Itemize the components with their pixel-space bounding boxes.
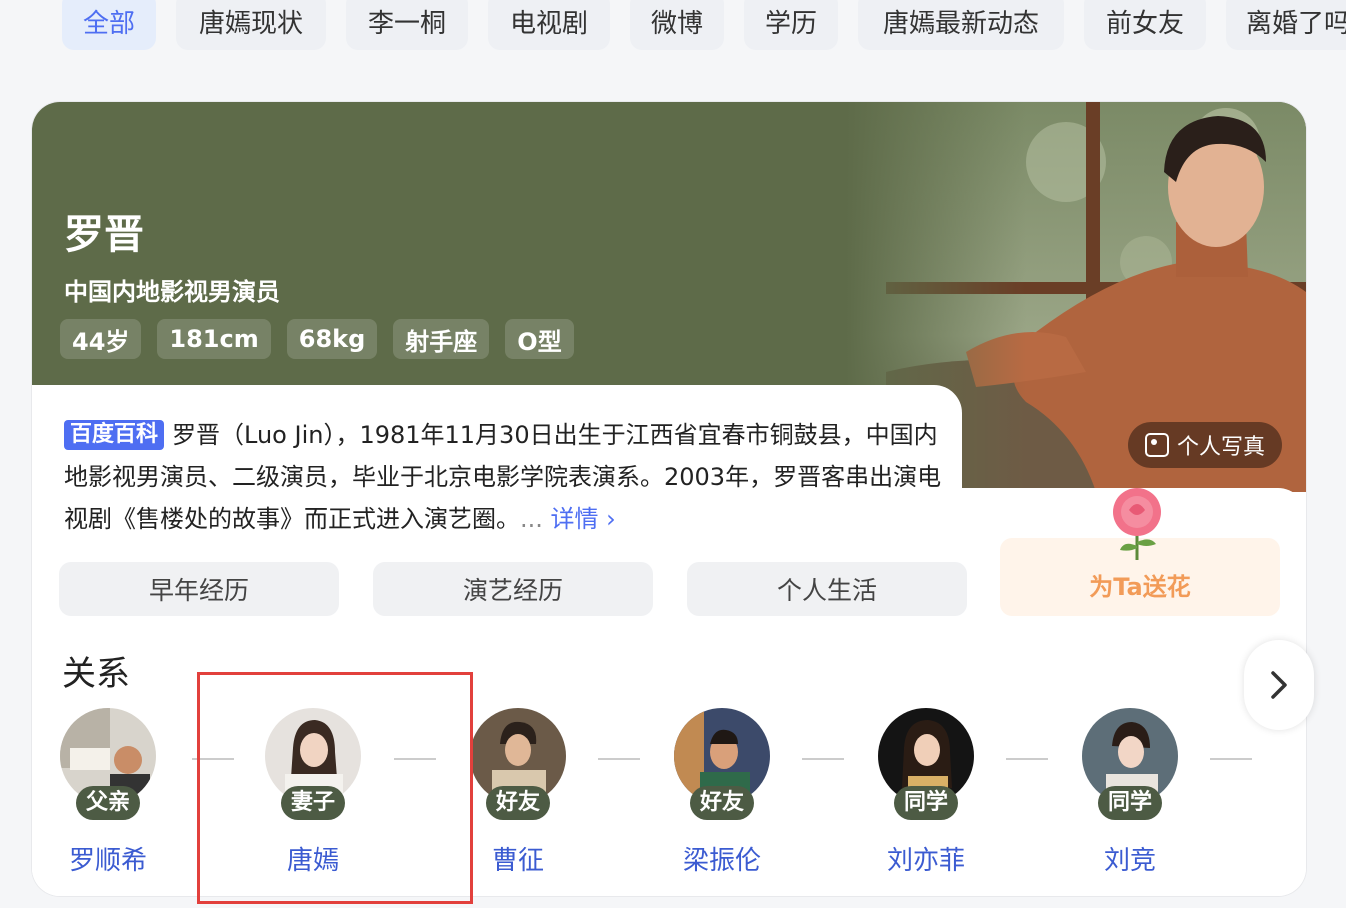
highlight-box <box>197 672 473 904</box>
tab-latest-news[interactable]: 唐嫣最新动态 <box>858 0 1064 50</box>
avatar: 好友 <box>470 708 566 820</box>
avatar: 好友 <box>674 708 770 820</box>
chip-age: 44岁 <box>60 319 142 359</box>
relation-person[interactable]: 同学 刘竞 <box>1070 708 1190 877</box>
tab-li-yitong[interactable]: 李一桐 <box>346 0 468 50</box>
search-tabs: 全部 唐嫣现状 李一桐 电视剧 微博 学历 唐嫣最新动态 前女友 离婚了吗 <box>0 0 1346 60</box>
profile-name: 罗晋 <box>64 212 144 258</box>
tab-tv-series[interactable]: 电视剧 <box>488 0 610 50</box>
relation-tag: 父亲 <box>75 786 141 820</box>
profile-subtitle: 中国内地影视男演员 <box>64 278 280 306</box>
baike-badge[interactable]: 百度百科 <box>64 420 165 450</box>
personal-photos-label: 个人写真 <box>1176 435 1265 460</box>
summary-text: 百度百科 罗晋（Luo Jin），1981年11月30日出生于江西省宜春市铜鼓县，… <box>64 414 944 540</box>
relations-title: 关系 <box>62 654 130 694</box>
tab-all[interactable]: 全部 <box>62 0 156 50</box>
connector <box>1006 758 1048 760</box>
connector <box>598 758 640 760</box>
early-life-button[interactable]: 早年经历 <box>59 562 339 616</box>
chevron-right-icon <box>1271 671 1287 699</box>
chip-height: 181cm <box>157 319 271 359</box>
person-name[interactable]: 曹征 <box>458 840 578 877</box>
avatar: 同学 <box>1082 708 1178 820</box>
avatar: 同学 <box>878 708 974 820</box>
relation-person[interactable]: 父亲 罗顺希 <box>48 708 168 877</box>
rose-icon <box>1113 488 1161 560</box>
relation-tag: 同学 <box>893 786 959 820</box>
person-name[interactable]: 罗顺希 <box>48 840 168 877</box>
chip-zodiac: 射手座 <box>393 319 490 359</box>
relation-tag: 好友 <box>485 786 551 820</box>
chip-blood-type: O型 <box>505 319 574 359</box>
avatar: 父亲 <box>60 708 156 820</box>
tab-education[interactable]: 学历 <box>744 0 838 50</box>
profile-chips: 44岁 181cm 68kg 射手座 O型 <box>60 319 574 359</box>
photo-icon <box>1144 433 1169 457</box>
person-name[interactable]: 刘竞 <box>1070 840 1190 877</box>
tab-tangyan-status[interactable]: 唐嫣现状 <box>176 0 326 50</box>
summary-ellipsis: ... <box>520 505 543 533</box>
person-name[interactable]: 梁振伦 <box>662 840 782 877</box>
person-name[interactable]: 刘亦菲 <box>866 840 986 877</box>
relations-next-button[interactable] <box>1244 640 1314 730</box>
tab-ex-girlfriend[interactable]: 前女友 <box>1084 0 1206 50</box>
acting-career-button[interactable]: 演艺经历 <box>373 562 653 616</box>
relation-person[interactable]: 好友 梁振伦 <box>662 708 782 877</box>
tab-weibo[interactable]: 微博 <box>630 0 724 50</box>
personal-photos-button[interactable]: 个人写真 <box>1128 422 1282 468</box>
send-flower-label: 为Ta送花 <box>1089 573 1191 601</box>
tab-divorced[interactable]: 离婚了吗 <box>1226 0 1346 50</box>
connector <box>1210 758 1252 760</box>
connector <box>802 758 844 760</box>
relation-tag: 好友 <box>689 786 755 820</box>
relation-tag: 同学 <box>1097 786 1163 820</box>
relation-person[interactable]: 同学 刘亦菲 <box>866 708 986 877</box>
summary-body: 罗晋（Luo Jin），1981年11月30日出生于江西省宜春市铜鼓县，中国内地… <box>64 421 942 533</box>
personal-life-button[interactable]: 个人生活 <box>687 562 967 616</box>
details-link[interactable]: 详情 › <box>551 505 616 533</box>
relation-person[interactable]: 好友 曹征 <box>458 708 578 877</box>
chip-weight: 68kg <box>286 319 378 359</box>
